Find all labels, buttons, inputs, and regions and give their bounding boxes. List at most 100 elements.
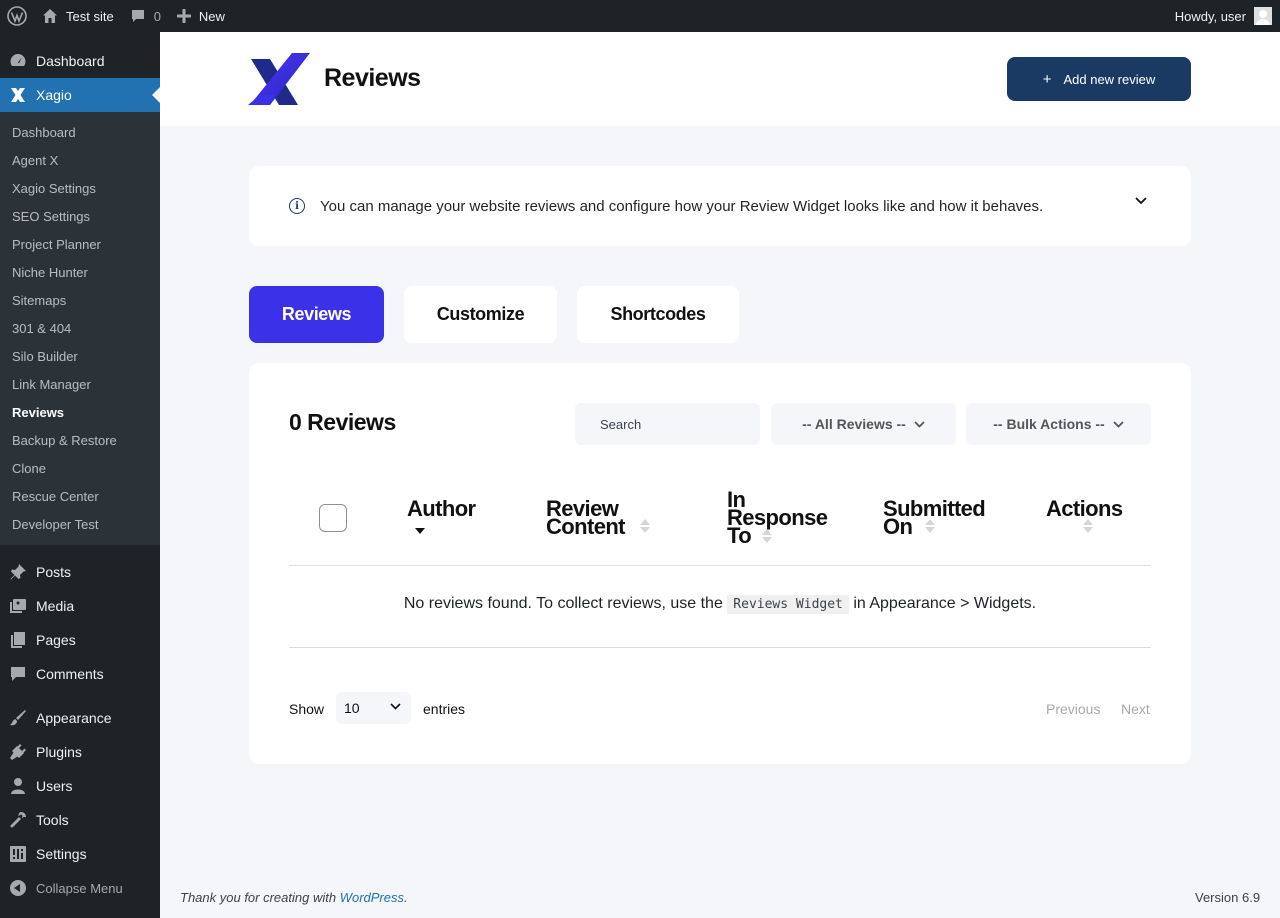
submenu-reviews[interactable]: Reviews — [0, 399, 160, 427]
site-name-link[interactable]: Test site — [34, 0, 122, 32]
chevron-down-icon — [390, 703, 401, 710]
xagio-logo-icon — [248, 53, 310, 105]
submenu-link-manager[interactable]: Link Manager — [0, 371, 160, 399]
info-panel[interactable]: i You can manage your website reviews an… — [249, 166, 1191, 246]
version-text: Version 6.9 — [1195, 890, 1261, 905]
footer-thanks: Thank you for creating with WordPress. — [180, 890, 408, 905]
menu-separator — [0, 545, 160, 555]
submenu-clone[interactable]: Clone — [0, 455, 160, 483]
previous-page-button[interactable]: Previous — [1046, 701, 1100, 717]
comments-link[interactable]: 0 — [122, 0, 169, 32]
sort-icon — [640, 519, 650, 533]
page-title: Reviews — [324, 64, 421, 92]
column-label: Author — [407, 496, 476, 521]
xagio-icon — [8, 85, 28, 105]
account-menu[interactable]: Howdy, user — [1175, 7, 1280, 25]
empty-text: in Appearance > Widgets. — [853, 595, 1037, 612]
empty-text: No reviews found. To collect reviews, us… — [403, 595, 723, 612]
page-header: Reviews + Add new review — [160, 32, 1280, 126]
chevron-down-icon — [1113, 420, 1124, 428]
column-actions[interactable]: Actions — [1046, 498, 1123, 520]
submenu-301-404[interactable]: 301 & 404 — [0, 315, 160, 343]
pages-icon — [8, 630, 28, 650]
collapse-menu-button[interactable]: Collapse Menu — [0, 871, 160, 905]
column-in-response-to[interactable]: In Response To — [727, 489, 828, 547]
submenu-dashboard[interactable]: Dashboard — [0, 119, 160, 147]
submenu-rescue-center[interactable]: Rescue Center — [0, 483, 160, 511]
pin-icon — [8, 562, 28, 582]
chevron-down-icon[interactable] — [1135, 197, 1147, 205]
sort-desc-icon — [415, 528, 425, 534]
new-content-link[interactable]: New — [169, 0, 233, 32]
entries-value: 10 — [344, 700, 360, 716]
search-input[interactable] — [575, 403, 760, 445]
column-review-content[interactable]: Review Content — [546, 498, 626, 538]
howdy-greeting: Howdy, user — [1174, 8, 1246, 24]
menu-label: Tools — [36, 812, 69, 828]
reviews-widget-code: Reviews Widget — [727, 595, 849, 614]
next-page-button[interactable]: Next — [1121, 701, 1150, 717]
divider — [289, 647, 1151, 648]
menu-xagio[interactable]: Xagio — [0, 78, 160, 112]
reviews-card: 0 Reviews -- All Reviews -- -- Bulk Acti… — [249, 363, 1191, 764]
sort-icon — [925, 519, 935, 533]
wordpress-logo-icon[interactable] — [0, 0, 34, 32]
menu-posts[interactable]: Posts — [0, 555, 160, 589]
settings-icon — [8, 844, 28, 864]
footer-text: Thank you for creating with — [180, 890, 337, 905]
empty-table-message: No reviews found. To collect reviews, us… — [289, 595, 1151, 614]
submenu-developer-test[interactable]: Developer Test — [0, 511, 160, 539]
column-author[interactable]: Author — [407, 496, 476, 521]
menu-plugins[interactable]: Plugins — [0, 735, 160, 769]
submenu-seo-settings[interactable]: SEO Settings — [0, 203, 160, 231]
avatar — [1254, 7, 1272, 25]
menu-comments[interactable]: Comments — [0, 657, 160, 691]
collapse-arrow-icon — [10, 880, 26, 896]
add-button-label: Add new review — [1063, 71, 1156, 87]
menu-appearance[interactable]: Appearance — [0, 701, 160, 735]
select-all-checkbox[interactable] — [319, 504, 347, 532]
menu-label: Appearance — [36, 710, 112, 726]
menu-users[interactable]: Users — [0, 769, 160, 803]
bulk-actions-select[interactable]: -- Bulk Actions -- — [966, 403, 1151, 445]
add-new-review-button[interactable]: + Add new review — [1007, 57, 1191, 101]
filter-select[interactable]: -- All Reviews -- — [771, 403, 956, 445]
menu-label: Posts — [36, 564, 72, 580]
brush-icon — [8, 708, 28, 728]
menu-media[interactable]: Media — [0, 589, 160, 623]
menu-label: Xagio — [36, 87, 72, 103]
chevron-down-icon — [914, 420, 925, 428]
plug-icon — [8, 742, 28, 762]
tab-reviews[interactable]: Reviews — [249, 286, 384, 343]
submenu-sitemaps[interactable]: Sitemaps — [0, 287, 160, 315]
submenu-project-planner[interactable]: Project Planner — [0, 231, 160, 259]
plus-icon — [176, 9, 191, 23]
admin-bar: Test site 0 New Howdy, user — [0, 0, 1280, 32]
menu-label: Comments — [36, 666, 104, 682]
sort-icon — [1083, 519, 1093, 533]
entries-select[interactable]: 10 — [336, 692, 411, 724]
admin-sidebar: Dashboard Xagio Dashboard Agent X Xagio … — [0, 32, 160, 918]
divider — [289, 565, 1151, 566]
menu-tools[interactable]: Tools — [0, 803, 160, 837]
submenu-niche-hunter[interactable]: Niche Hunter — [0, 259, 160, 287]
tab-customize[interactable]: Customize — [404, 286, 557, 343]
submenu-silo-builder[interactable]: Silo Builder — [0, 343, 160, 371]
menu-label: Pages — [36, 632, 76, 648]
menu-settings[interactable]: Settings — [0, 837, 160, 871]
bulk-select-value: -- Bulk Actions -- — [993, 416, 1105, 432]
tab-shortcodes[interactable]: Shortcodes — [577, 286, 739, 343]
menu-pages[interactable]: Pages — [0, 623, 160, 657]
new-label: New — [198, 8, 225, 24]
xagio-submenu: Dashboard Agent X Xagio Settings SEO Set… — [0, 112, 160, 545]
menu-dashboard[interactable]: Dashboard — [0, 44, 160, 78]
media-icon — [8, 596, 28, 616]
submenu-xagio-settings[interactable]: Xagio Settings — [0, 175, 160, 203]
user-icon — [8, 776, 28, 796]
menu-label: Settings — [36, 846, 87, 862]
menu-label: Dashboard — [36, 53, 105, 69]
wordpress-link[interactable]: WordPress — [340, 890, 404, 905]
submenu-agent-x[interactable]: Agent X — [0, 147, 160, 175]
submenu-backup-restore[interactable]: Backup & Restore — [0, 427, 160, 455]
comments-count: 0 — [153, 8, 161, 24]
